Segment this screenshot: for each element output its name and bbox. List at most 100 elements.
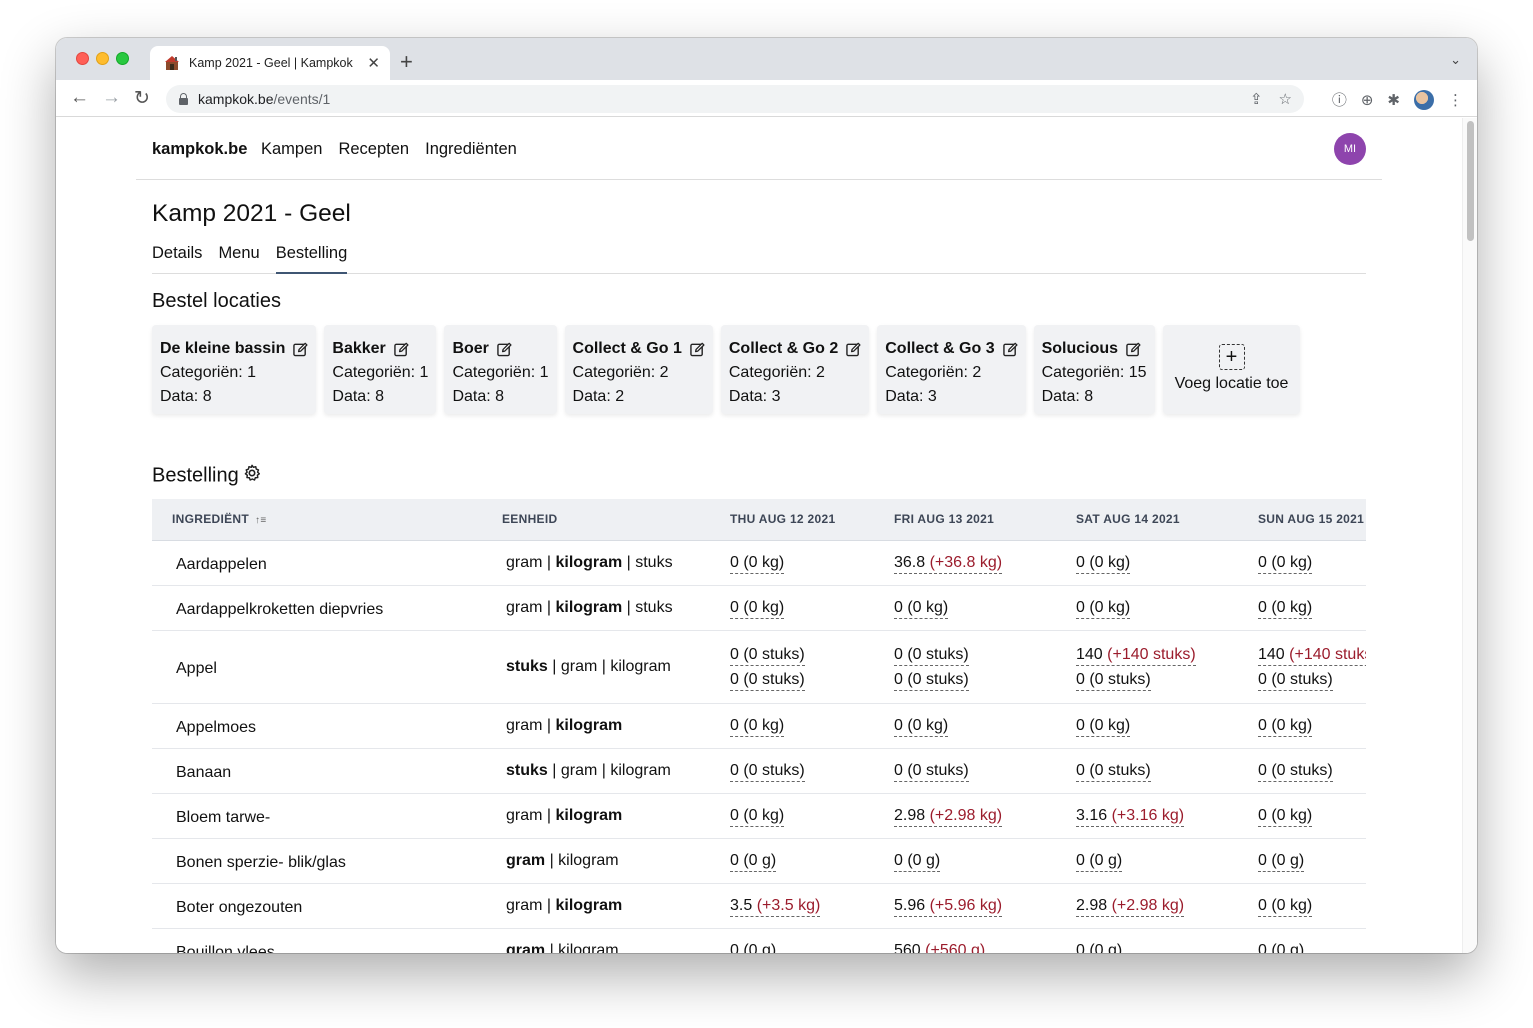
- address-bar[interactable]: kampkok.be/events/1 ⇪ ☆: [166, 85, 1304, 113]
- amount-value[interactable]: 0 (0 g): [1076, 851, 1123, 872]
- amount-value[interactable]: 0 (0 kg): [730, 598, 785, 619]
- browser-tab[interactable]: Kamp 2021 - Geel | Kampkok ✕: [150, 46, 390, 80]
- unit-option-kilogram[interactable]: kilogram: [556, 897, 623, 914]
- settings-gear-icon[interactable]: [243, 464, 261, 488]
- unit-option-gram[interactable]: gram: [506, 942, 545, 954]
- close-window-button[interactable]: [76, 52, 89, 65]
- amount-value[interactable]: 0 (0 kg): [1076, 716, 1131, 737]
- bookmark-star-icon[interactable]: ☆: [1279, 90, 1292, 108]
- amount-value[interactable]: 140 (+140 stuks): [1258, 645, 1366, 666]
- reload-icon[interactable]: ↻: [134, 87, 150, 110]
- tab-menu[interactable]: Menu: [218, 244, 259, 274]
- unit-option-stuks[interactable]: stuks: [635, 554, 672, 571]
- forward-arrow-icon[interactable]: →: [102, 87, 121, 109]
- unit-option-kilogram[interactable]: kilogram: [610, 658, 670, 675]
- amount-value[interactable]: 0 (0 stuks): [894, 645, 969, 666]
- unit-option-stuks[interactable]: stuks: [635, 599, 672, 616]
- amount-value[interactable]: 2.98 (+2.98 kg): [1076, 896, 1185, 917]
- tab-bestelling[interactable]: Bestelling: [275, 244, 348, 274]
- location-card[interactable]: Collect & Go 3 Categoriën: 2 Data: 3: [877, 325, 1026, 414]
- tab-search-chevron-icon[interactable]: ⌄: [1450, 52, 1461, 68]
- location-card[interactable]: Collect & Go 1 Categoriën: 2 Data: 2: [564, 325, 713, 414]
- unit-option-kilogram[interactable]: kilogram: [556, 807, 623, 824]
- amount-value[interactable]: 0 (0 kg): [1258, 553, 1313, 574]
- page-scrollbar[interactable]: [1462, 118, 1477, 953]
- minimize-window-button[interactable]: [96, 52, 109, 65]
- amount-value[interactable]: 0 (0 kg): [1258, 896, 1313, 917]
- location-card[interactable]: Boer Categoriën: 1 Data: 8: [444, 325, 557, 414]
- nav-link-ingredienten[interactable]: Ingrediënten: [425, 140, 517, 159]
- brand-link[interactable]: kampkok.be: [152, 140, 247, 159]
- unit-option-kilogram[interactable]: kilogram: [610, 762, 670, 779]
- ingredient-name[interactable]: Bloem tarwe-: [152, 793, 498, 839]
- ingredient-name[interactable]: Appelmoes: [152, 703, 498, 749]
- unit-option-kilogram[interactable]: kilogram: [556, 599, 623, 616]
- edit-icon[interactable]: [497, 342, 512, 357]
- unit-option-kilogram[interactable]: kilogram: [556, 717, 623, 734]
- location-name[interactable]: De kleine bassin: [160, 337, 285, 361]
- ingredient-name[interactable]: Aardappelen: [152, 540, 498, 586]
- unit-option-gram[interactable]: gram: [561, 658, 597, 675]
- amount-value[interactable]: 0 (0 g): [1258, 941, 1304, 953]
- amount-value[interactable]: 0 (0 g): [1076, 941, 1122, 953]
- location-name[interactable]: Bakker: [332, 337, 385, 361]
- unit-option-kilogram[interactable]: kilogram: [558, 942, 618, 954]
- edit-icon[interactable]: [1002, 342, 1018, 357]
- add-location-button[interactable]: + Voeg locatie toe: [1162, 325, 1301, 414]
- ingredient-name[interactable]: Banaan: [152, 748, 498, 794]
- amount-value[interactable]: 560 (+560 g): [894, 941, 985, 953]
- amount-value[interactable]: 140 (+140 stuks): [1076, 645, 1196, 666]
- amount-value[interactable]: 0 (0 stuks): [894, 761, 969, 782]
- unit-option-gram[interactable]: gram: [506, 554, 542, 571]
- location-card[interactable]: Bakker Categoriën: 1 Data: 8: [324, 325, 437, 414]
- amount-value[interactable]: 0 (0 kg): [894, 598, 949, 619]
- amount-value[interactable]: 0 (0 kg): [730, 553, 785, 574]
- edit-icon[interactable]: [394, 342, 409, 357]
- unit-option-gram[interactable]: gram: [506, 807, 542, 824]
- location-card[interactable]: Collect & Go 2 Categoriën: 2 Data: 3: [720, 325, 870, 414]
- amount-value[interactable]: 0 (0 kg): [730, 806, 785, 827]
- unit-option-kilogram[interactable]: kilogram: [558, 852, 618, 869]
- amount-value[interactable]: 0 (0 g): [1258, 851, 1305, 872]
- unit-option-gram[interactable]: gram: [506, 599, 542, 616]
- ingredient-name[interactable]: Boter ongezouten: [152, 883, 498, 929]
- amount-value[interactable]: 0 (0 g): [730, 941, 776, 953]
- location-name[interactable]: Boer: [452, 337, 488, 361]
- translate-extension-icon[interactable]: ⊕: [1361, 91, 1374, 109]
- share-icon[interactable]: ⇪: [1250, 90, 1263, 108]
- ingredient-name[interactable]: Bonen sperzie- blik/glas: [152, 838, 498, 884]
- amount-value[interactable]: 0 (0 stuks): [730, 761, 805, 782]
- nav-link-kampen[interactable]: Kampen: [261, 140, 322, 159]
- browser-menu-icon[interactable]: ⋮: [1448, 91, 1463, 109]
- unit-option-gram[interactable]: gram: [506, 852, 545, 869]
- amount-value[interactable]: 0 (0 stuks): [730, 670, 805, 691]
- amount-value[interactable]: 0 (0 g): [730, 851, 777, 872]
- amount-value[interactable]: 2.98 (+2.98 kg): [894, 806, 1003, 827]
- back-arrow-icon[interactable]: ←: [70, 87, 89, 109]
- location-name[interactable]: Collect & Go 3: [885, 337, 994, 361]
- amount-value[interactable]: 0 (0 kg): [1076, 598, 1131, 619]
- unit-option-stuks[interactable]: stuks: [506, 762, 548, 779]
- location-name[interactable]: Solucious: [1042, 337, 1118, 361]
- sort-ascending-icon[interactable]: ↑≡: [255, 515, 266, 526]
- profile-avatar-icon[interactable]: [1414, 89, 1434, 110]
- location-name[interactable]: Collect & Go 1: [573, 337, 682, 361]
- amount-value[interactable]: 0 (0 kg): [1258, 806, 1313, 827]
- amount-value[interactable]: 0 (0 stuks): [1258, 670, 1333, 691]
- location-name[interactable]: Collect & Go 2: [729, 337, 838, 361]
- amount-value[interactable]: 0 (0 kg): [1258, 716, 1313, 737]
- scrollbar-thumb[interactable]: [1467, 121, 1474, 241]
- amount-value[interactable]: 0 (0 kg): [730, 716, 785, 737]
- amount-value[interactable]: 0 (0 kg): [1076, 553, 1131, 574]
- unit-option-gram[interactable]: gram: [561, 762, 597, 779]
- amount-value[interactable]: 3.5 (+3.5 kg): [730, 896, 821, 917]
- amount-value[interactable]: 0 (0 stuks): [730, 645, 805, 666]
- amount-value[interactable]: 5.96 (+5.96 kg): [894, 896, 1003, 917]
- unit-option-kilogram[interactable]: kilogram: [556, 554, 623, 571]
- amount-value[interactable]: 0 (0 kg): [1258, 598, 1313, 619]
- amount-value[interactable]: 0 (0 stuks): [894, 670, 969, 691]
- edit-icon[interactable]: [846, 342, 861, 357]
- password-extension-icon[interactable]: ⓘ: [1332, 89, 1347, 110]
- location-card[interactable]: De kleine bassin Categoriën: 1 Data: 8: [152, 325, 317, 414]
- tab-details[interactable]: Details: [152, 244, 202, 274]
